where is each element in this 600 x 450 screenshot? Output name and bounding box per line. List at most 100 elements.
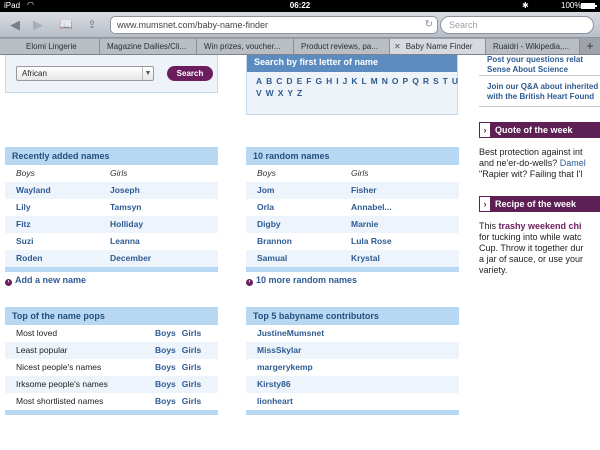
name-link[interactable]: Samual	[257, 250, 287, 267]
name-link[interactable]: Roden	[16, 250, 42, 267]
browser-search-input[interactable]: Search	[440, 16, 594, 34]
name-link[interactable]: Wayland	[16, 182, 51, 199]
quote-of-week-header[interactable]: › Quote of the week	[479, 122, 600, 138]
letter-link[interactable]: B	[266, 76, 272, 86]
boys-link[interactable]: Boys	[155, 379, 176, 389]
boys-link[interactable]: Boys	[155, 362, 176, 372]
table-row: Roden December	[5, 250, 218, 267]
letter-link[interactable]: G	[315, 76, 322, 86]
letter-link[interactable]: R	[423, 76, 429, 86]
name-link[interactable]: Krystal	[351, 250, 380, 267]
letter-link[interactable]: Z	[297, 88, 302, 98]
name-link[interactable]: Lula Rose	[351, 233, 392, 250]
contributor-link[interactable]: Kirsty86	[257, 376, 291, 393]
letter-link[interactable]: D	[286, 76, 292, 86]
name-link[interactable]: December	[110, 250, 151, 267]
back-icon[interactable]: ◀	[8, 16, 22, 34]
letter-link[interactable]: F	[306, 76, 311, 86]
more-random-names-link[interactable]: › 10 more random names	[246, 275, 357, 286]
recipe-link[interactable]: trashy weekend chi	[499, 221, 582, 231]
name-link[interactable]: Brannon	[257, 233, 292, 250]
sidebar-link[interactable]: Join our Q&A about inherited with the Bri…	[479, 76, 600, 107]
name-link[interactable]: Joseph	[110, 182, 140, 199]
boys-link[interactable]: Boys	[155, 396, 176, 406]
name-link[interactable]: Leanna	[110, 233, 140, 250]
table-row: Irksome people's names Boys Girls	[5, 376, 218, 393]
table-row: MissSkylar	[246, 342, 459, 359]
name-link[interactable]: Fisher	[351, 182, 377, 199]
girls-link[interactable]: Girls	[182, 396, 201, 406]
reload-icon[interactable]: ↻	[425, 17, 433, 33]
forward-icon[interactable]: ▶	[31, 16, 45, 34]
letter-link[interactable]: S	[433, 76, 439, 86]
random-names-panel: 10 random names Boys Girls Jom Fisher Orl…	[246, 147, 459, 272]
boys-link[interactable]: Boys	[155, 328, 176, 338]
boys-link[interactable]: Boys	[155, 345, 176, 355]
chevron-right-icon: ›	[479, 122, 491, 138]
girls-link[interactable]: Girls	[182, 328, 201, 338]
close-icon[interactable]: ✕	[394, 42, 401, 51]
table-row: lionheart	[246, 393, 459, 410]
letter-link[interactable]: O	[392, 76, 399, 86]
name-link[interactable]: Holliday	[110, 216, 143, 233]
name-link[interactable]: Suzi	[16, 233, 33, 250]
letter-link[interactable]: Q	[412, 76, 419, 86]
origin-select[interactable]: African ▼	[16, 66, 154, 81]
girls-link[interactable]: Girls	[182, 379, 201, 389]
contributor-link[interactable]: JustineMumsnet	[257, 325, 324, 342]
table-row: Nicest people's names Boys Girls	[16, 362, 202, 372]
sidebar-link[interactable]: Post your questions relat Sense About Sci…	[479, 55, 600, 76]
tab-product-reviews[interactable]: Product reviews, pa...	[294, 39, 390, 54]
letter-link[interactable]: M	[371, 76, 378, 86]
letter-link[interactable]: A	[256, 76, 262, 86]
tab-baby-name-finder[interactable]: ✕ Baby Name Finder	[390, 39, 486, 54]
tab-elomi[interactable]: Elomi Lingerie	[0, 39, 100, 54]
letter-link[interactable]: H	[326, 76, 332, 86]
letter-link[interactable]: X	[278, 88, 284, 98]
add-name-link[interactable]: › Add a new name	[5, 275, 86, 286]
name-link[interactable]: Marnie	[351, 216, 378, 233]
contributor-link[interactable]: margerykemp	[257, 359, 313, 376]
name-link[interactable]: Jom	[257, 182, 274, 199]
girls-link[interactable]: Girls	[182, 362, 201, 372]
battery-icon	[581, 3, 597, 9]
quote-link[interactable]: Damel	[560, 158, 586, 168]
letter-link[interactable]: N	[382, 76, 388, 86]
letter-link[interactable]: E	[297, 76, 303, 86]
share-icon[interactable]: ⇪	[83, 16, 101, 34]
letter-link[interactable]: U	[452, 76, 458, 86]
letter-link[interactable]: K	[351, 76, 357, 86]
bookmarks-icon[interactable]: 📖	[56, 16, 76, 34]
tab-magazine[interactable]: Magazine Dailies/Cli...	[100, 39, 197, 54]
search-button[interactable]: Search	[167, 66, 213, 81]
table-row: Orla Annabel...	[246, 199, 459, 216]
contributor-link[interactable]: lionheart	[257, 393, 293, 410]
letter-link[interactable]: C	[276, 76, 282, 86]
letter-link[interactable]: W	[266, 88, 274, 98]
girls-link[interactable]: Girls	[182, 345, 201, 355]
letter-link[interactable]: P	[403, 76, 409, 86]
tab-bar: Elomi Lingerie Magazine Dailies/Cli... W…	[0, 38, 600, 55]
name-link[interactable]: Lily	[16, 199, 31, 216]
name-link[interactable]: Digby	[257, 216, 281, 233]
recipe-of-week-header[interactable]: › Recipe of the week	[479, 196, 600, 212]
tab-win-prizes[interactable]: Win prizes, voucher...	[197, 39, 294, 54]
letter-link[interactable]: V	[256, 88, 262, 98]
letter-link[interactable]: I	[336, 76, 338, 86]
table-row: Suzi Leanna	[5, 233, 218, 250]
letter-link[interactable]: J	[343, 76, 348, 86]
contributor-link[interactable]: MissSkylar	[257, 342, 301, 359]
letter-link[interactable]: Y	[287, 88, 293, 98]
letter-link[interactable]: L	[361, 76, 366, 86]
quote-text: Best protection against int and ne'er-do…	[479, 147, 586, 179]
new-tab-plus-icon[interactable]: +	[580, 38, 600, 55]
tab-ruaidri[interactable]: Ruaidri - Wikipedia,...	[486, 39, 580, 54]
name-link[interactable]: Annabel...	[351, 199, 392, 216]
name-link[interactable]: Fitz	[16, 216, 31, 233]
table-row: Samual Krystal	[246, 250, 459, 267]
name-origin-search: African ▼ Search	[5, 55, 218, 93]
letter-link[interactable]: T	[443, 76, 448, 86]
address-bar[interactable]: www.mumsnet.com/baby-name-finder ↻	[110, 16, 438, 34]
name-link[interactable]: Tamsyn	[110, 199, 142, 216]
name-link[interactable]: Orla	[257, 199, 274, 216]
